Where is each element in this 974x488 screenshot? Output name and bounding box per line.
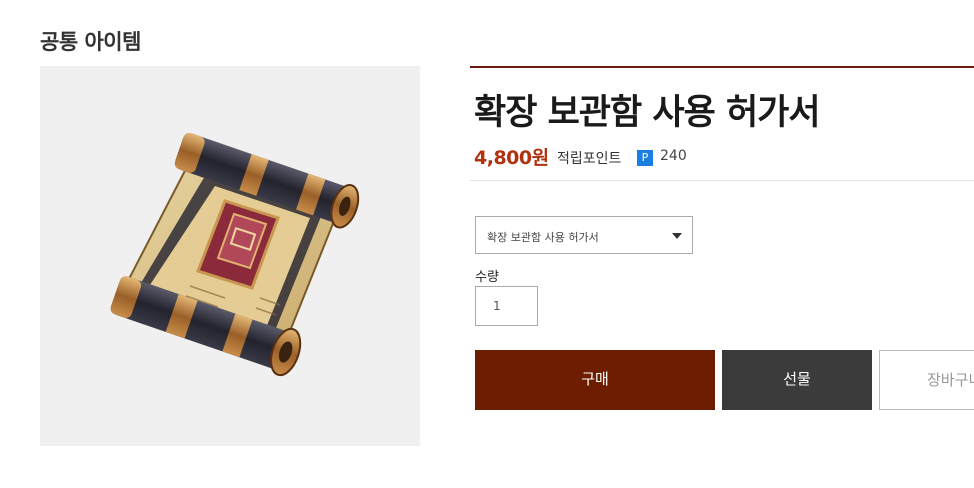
points-value: 240 (660, 148, 687, 164)
product-image (40, 66, 420, 446)
option-select[interactable]: 확장 보관함 사용 허가서 (475, 216, 693, 254)
price-divider (470, 180, 974, 181)
scroll-illustration (110, 132, 360, 377)
cart-button[interactable]: 장바구니 (879, 350, 974, 410)
product-price: 4,800원 (474, 147, 549, 169)
gift-button[interactable]: 선물 (722, 350, 872, 410)
quantity-label: 수량 (475, 270, 499, 285)
category-title: 공통 아이템 (40, 30, 141, 54)
product-title: 확장 보관함 사용 허가서 (474, 93, 821, 133)
chevron-down-icon (672, 233, 682, 239)
points-label: 적립포인트 (557, 151, 622, 167)
option-select-value: 확장 보관함 사용 허가서 (487, 231, 599, 244)
quantity-input[interactable] (475, 286, 538, 326)
points-icon: P (637, 150, 653, 166)
top-divider (470, 66, 974, 68)
buy-button[interactable]: 구매 (475, 350, 715, 410)
